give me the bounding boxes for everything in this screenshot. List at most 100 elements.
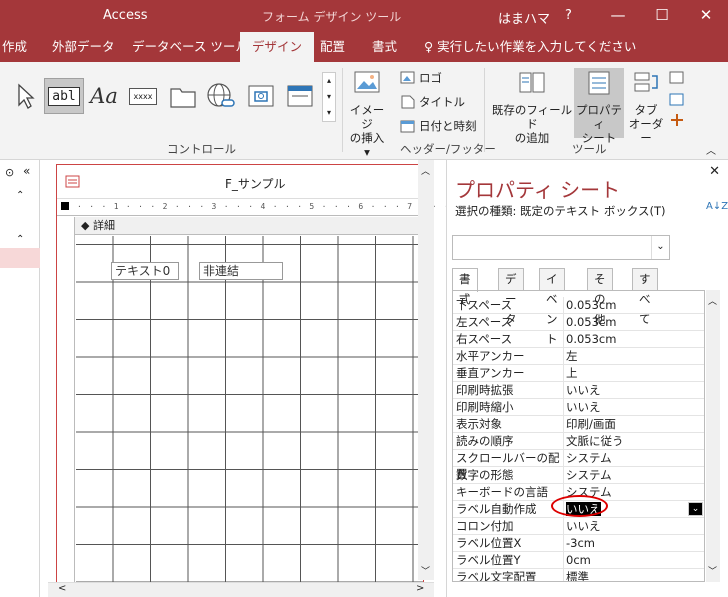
minimize-button[interactable]: — [596,0,640,32]
scroll-right-icon[interactable]: > [416,583,424,594]
object-selector-dropdown[interactable]: ⌄ [452,235,670,260]
property-tab-format[interactable]: 書式 [452,268,478,306]
title-button[interactable]: タイトル [400,94,465,110]
user-name[interactable]: はまハマ [498,8,550,27]
property-row[interactable]: コロン付加 いいえ [453,518,704,535]
designer-vertical-scrollbar[interactable]: ︿ ﹀ [418,160,434,580]
maximize-button[interactable]: ☐ [640,0,684,32]
detail-section-grid[interactable]: テキスト0 非連結 [76,236,423,583]
scroll-left-icon[interactable]: < [58,583,66,594]
property-row[interactable]: 印刷時縮小 いいえ [453,399,704,416]
property-value-text: -3cm [566,536,595,550]
property-row[interactable]: 下スペース 0.053cm [453,297,704,314]
calendar-icon [400,120,415,133]
tab-external-data[interactable]: 外部データ [52,32,115,62]
property-name: 数字の形態 [456,468,514,482]
tab-database-tools[interactable]: データベース ツール [132,32,248,62]
tell-me-box[interactable]: ♀ 実行したい作業を入力してください [424,32,636,62]
property-row[interactable]: スクロールバーの配置 システム [453,450,704,481]
tab-create[interactable]: 作成 [2,32,27,62]
label-control-button[interactable]: Aa [86,78,122,114]
scroll-up-icon[interactable]: ︿ [708,294,717,307]
scroll-down-icon[interactable]: ﹀ [421,564,430,577]
property-sheet-close-icon[interactable]: ✕ [709,164,720,179]
nav-selected-item[interactable] [0,248,40,268]
nav-collapse-icon[interactable]: « [23,164,30,178]
close-button[interactable]: ✕ [684,0,728,32]
property-value[interactable]: 印刷/画面 [563,416,704,433]
form-selector[interactable] [61,202,69,210]
tab-arrange[interactable]: 配置 [320,32,345,62]
image-icon [354,71,380,93]
property-row[interactable]: 水平アンカー 左 [453,348,704,365]
property-value[interactable]: 上 [563,365,704,382]
tab-control-button[interactable] [165,78,201,114]
scroll-down-icon[interactable]: ﹀ [708,564,717,577]
add-existing-fields-button[interactable]: 既存のフィールド の追加 [490,70,574,145]
tab-design[interactable]: デザイン [240,32,315,62]
nav-group-toggle-icon[interactable]: ⌃ [16,190,24,201]
property-value[interactable]: 0.053cm [563,314,704,331]
hyperlink-control-button[interactable] [202,78,240,114]
scroll-up-icon[interactable]: ︿ [421,164,430,177]
navigation-control-button[interactable] [282,78,318,114]
property-row[interactable]: 左スペース 0.053cm [453,314,704,331]
tab-format[interactable]: 書式 [372,32,397,62]
property-row[interactable]: 印刷時拡張 いいえ [453,382,704,399]
property-value-text: システム [566,468,612,482]
property-row[interactable]: 読みの順序 文脈に従う [453,433,704,450]
property-value[interactable]: システム [563,450,704,467]
sort-icon[interactable]: A↓Z [706,202,728,212]
label-control[interactable]: テキスト0 [111,262,179,280]
property-tab-other[interactable]: その他 [587,268,613,326]
property-row[interactable]: 表示対象 印刷/画面 [453,416,704,433]
property-value[interactable]: 0.053cm [563,297,704,314]
select-pointer-icon[interactable] [10,78,40,114]
property-tab-event[interactable]: イベント [539,268,565,346]
property-name: 印刷時拡張 [456,383,514,397]
property-value[interactable]: いいえ [563,399,704,416]
date-time-button[interactable]: 日付と時刻 [400,118,477,134]
property-row[interactable]: 垂直アンカー 上 [453,365,704,382]
property-sheet-button[interactable]: プロパティ シート [574,68,624,145]
button-control-button[interactable]: xxxx [124,78,162,114]
detail-section-header[interactable]: ◆ 詳細 [75,217,423,235]
property-value[interactable]: 左 [563,348,704,365]
textbox-control[interactable]: 非連結 [199,262,283,280]
nav-menu-icon[interactable]: ⊙ [5,166,14,179]
property-tab-all[interactable]: すべて [632,268,658,326]
ribbon: abl Aa xxxx ▴ ▾ ▾ コントロール イメージ の挿入 ▾ ロゴ タイト… [0,62,728,160]
property-value[interactable]: 0cm [563,552,704,569]
property-value[interactable]: 文脈に従う [563,433,704,450]
insert-image-label-2: の挿入 ▾ [349,131,385,159]
collapse-ribbon-icon[interactable]: ︿ [706,142,716,157]
property-value[interactable]: 標準 [563,569,704,581]
date-time-label: 日付と時刻 [419,119,477,133]
property-grid-scrollbar[interactable]: ︿ ﹀ [706,290,720,582]
property-value[interactable]: いいえ [563,518,704,535]
tab-order-button[interactable]: タブ オーダー [626,70,666,145]
property-row[interactable]: ラベル文字配置 標準 [453,569,704,581]
designer-horizontal-scrollbar[interactable]: < > [48,582,434,597]
logo-button[interactable]: ロゴ [400,70,442,86]
help-button[interactable]: ? [565,8,572,23]
property-row[interactable]: 右スペース 0.053cm [453,331,704,348]
add-existing-fields-label-2: の追加 [514,131,550,145]
property-value[interactable]: -3cm [563,535,704,552]
controls-gallery-scroll[interactable]: ▴ ▾ ▾ [322,72,336,122]
property-value[interactable]: いいえ [563,382,704,399]
textbox-control-button[interactable]: abl [44,78,84,114]
insert-image-button[interactable]: イメージ の挿入 ▾ [346,70,388,159]
nav-group-toggle-icon[interactable]: ⌃ [16,234,24,245]
web-browser-control-button[interactable] [244,78,278,114]
property-row[interactable]: ラベル位置Y 0cm [453,552,704,569]
property-value[interactable]: システム [563,467,704,484]
ribbon-separator [484,68,485,152]
property-row[interactable]: 数字の形態 システム [453,467,704,484]
chevron-down-icon[interactable]: ⌄ [651,236,669,259]
highlight-circle [551,495,608,517]
property-tab-data[interactable]: データ [498,268,524,326]
property-value[interactable]: 0.053cm [563,331,704,348]
property-row[interactable]: ラベル位置X -3cm [453,535,704,552]
chevron-down-icon[interactable]: ⌄ [688,502,703,516]
